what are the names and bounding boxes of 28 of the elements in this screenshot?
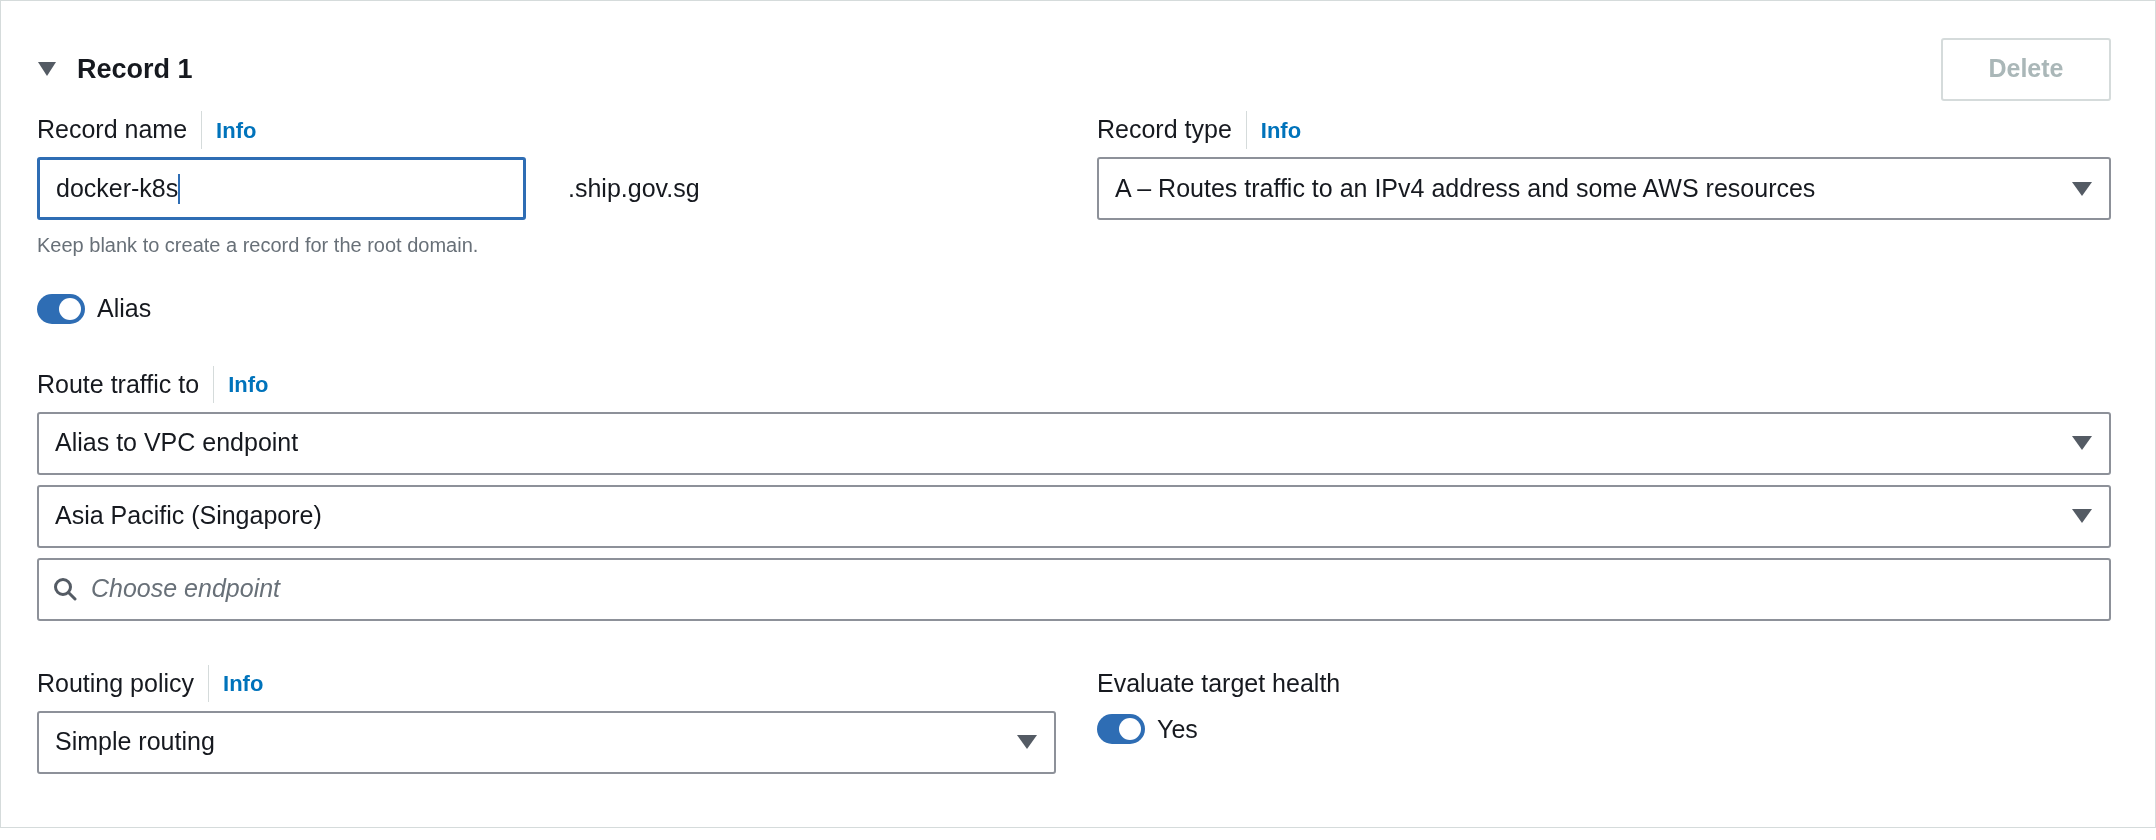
select-field[interactable]: Asia Pacific (Singapore)	[37, 484, 2111, 548]
field-label: Evaluate target health	[1097, 667, 1341, 699]
record-name-input[interactable]: docker-k8s	[37, 157, 526, 220]
field-label: Routing policy	[37, 664, 210, 703]
hint-text: Keep blank to create a record for the root domain.	[37, 233, 480, 258]
info-link[interactable]: Info	[202, 113, 257, 147]
caret-icon	[2071, 435, 2093, 451]
caret-icon	[2071, 180, 2093, 197]
field-label: Record type	[1097, 111, 1247, 149]
domain-suffix: .ship.gov.sg	[568, 172, 700, 204]
search-field[interactable]: Choose endpoint	[37, 557, 2111, 621]
caret-icon	[37, 61, 57, 77]
caret-icon	[2071, 508, 2093, 524]
toggle-switch[interactable]	[1097, 714, 1145, 745]
select-field[interactable]: Alias to VPC endpoint	[37, 411, 2111, 475]
toggle-switch[interactable]	[37, 293, 85, 324]
info-link[interactable]: Info	[1246, 113, 1302, 147]
field-label: Route traffic to	[37, 365, 215, 404]
caret-icon	[1016, 734, 1038, 750]
record-toggle[interactable]: Record 1	[37, 48, 193, 90]
search-icon	[53, 577, 77, 601]
field-label: Record name	[37, 111, 203, 149]
info-link[interactable]: Info	[209, 667, 264, 700]
select-field[interactable]: Simple routing	[37, 710, 1056, 774]
toggle-label: Yes	[1157, 713, 1198, 745]
select-field[interactable]: A – Routes traffic to an IPv4 address and some AWS resources	[1097, 157, 2111, 220]
toggle-label: Alias	[97, 293, 152, 324]
info-link[interactable]: Info	[214, 368, 269, 401]
